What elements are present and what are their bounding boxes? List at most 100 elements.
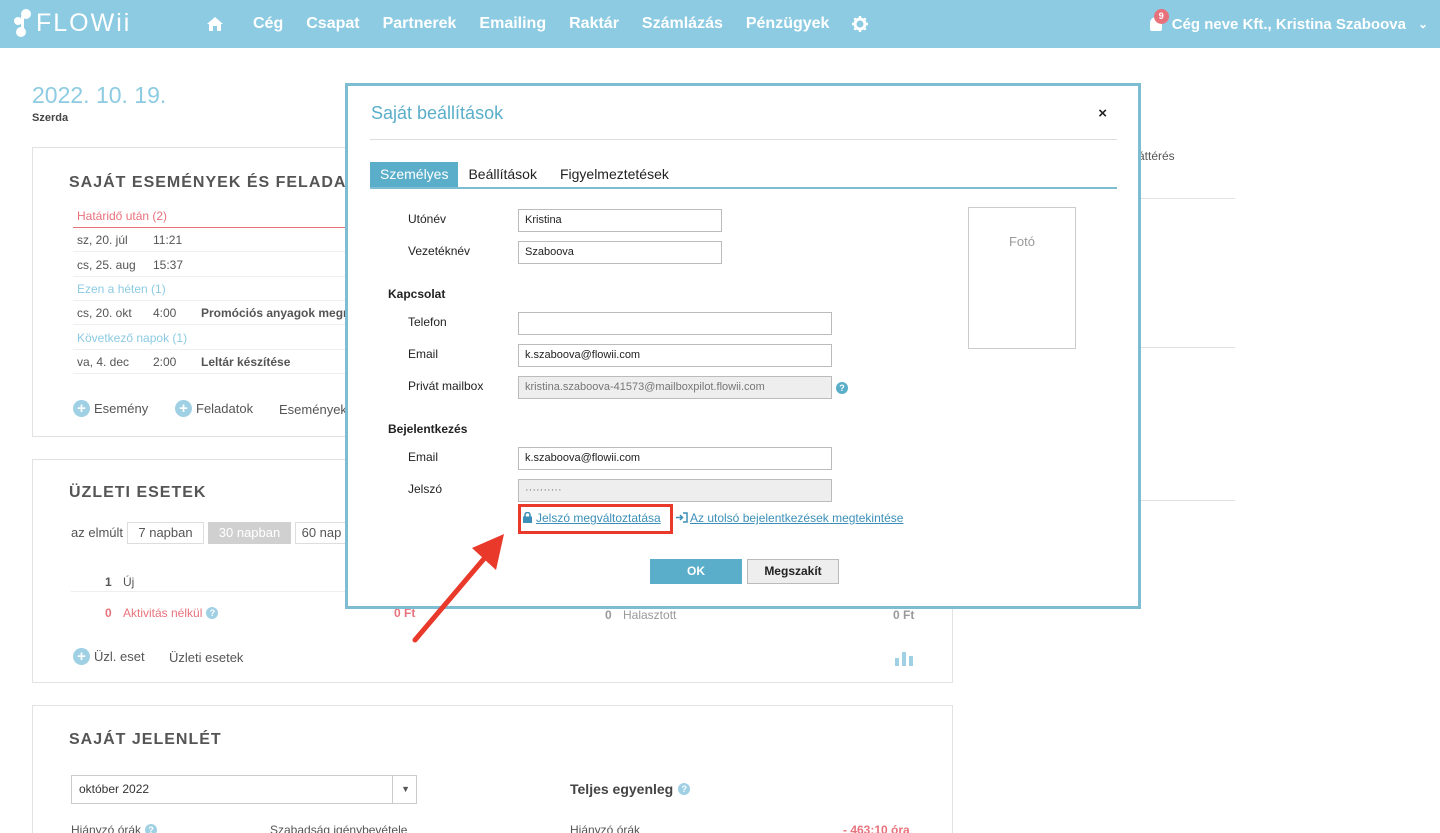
deals-link[interactable]: Üzleti esetek xyxy=(169,650,243,665)
flower-logo-icon xyxy=(14,9,31,37)
attendance-card: SAJÁT JELENLÉT október 2022 ▼ Teljes egy… xyxy=(32,705,953,833)
leave-request-label: Szabadság igénybevétele xyxy=(270,823,408,833)
phone-label: Telefon xyxy=(408,315,447,329)
deals-postponed-amount: 0 Ft xyxy=(893,608,915,622)
close-icon[interactable]: × xyxy=(1098,105,1107,122)
chevron-down-icon[interactable]: ⌄ xyxy=(1418,17,1428,31)
first-name-field[interactable]: Kristina xyxy=(518,209,722,232)
event-time: 11:21 xyxy=(153,232,183,247)
ok-button[interactable]: OK xyxy=(650,559,742,584)
deals-row-line xyxy=(71,591,347,592)
nav-item-team[interactable]: Csapat xyxy=(306,15,359,33)
add-task-label: Feladatok xyxy=(196,401,254,416)
nav-item-finance[interactable]: Pénzügyek xyxy=(746,15,830,33)
nav-item-partners[interactable]: Partnerek xyxy=(383,15,457,33)
attendance-title: SAJÁT JELENLÉT xyxy=(69,731,222,748)
deals-new-count: 1 xyxy=(105,575,112,589)
period-7-days[interactable]: 7 napban xyxy=(127,522,204,544)
plus-icon: + xyxy=(73,400,90,417)
email-label: Email xyxy=(408,347,439,361)
deals-postponed-label[interactable]: Halasztott xyxy=(623,608,676,622)
help-icon[interactable]: ? xyxy=(206,607,219,619)
deals-no-activity-label[interactable]: Aktivitás nélkül ? xyxy=(123,606,219,620)
logo[interactable]: FLOWii xyxy=(12,8,131,38)
last-name-field[interactable]: Szaboova xyxy=(518,241,722,264)
event-date: va, 4. dec xyxy=(77,354,130,369)
phone-field[interactable] xyxy=(518,312,832,335)
no-activity-label: Aktivitás nélkül xyxy=(123,606,203,620)
mailbox-field[interactable]: kristina.szaboova-41573@mailboxpilot.flo… xyxy=(518,376,832,399)
bar-chart-icon[interactable] xyxy=(895,650,913,666)
add-deal-label: Üzl. eset xyxy=(94,649,145,664)
right-divider xyxy=(1138,347,1235,348)
event-text: Leltár készítése xyxy=(201,354,291,369)
first-name-label: Utónév xyxy=(408,212,447,226)
missing-hours-right-label: Hiányzó órák xyxy=(570,823,641,833)
home-icon[interactable] xyxy=(206,16,224,32)
login-section-title: Bejelentkezés xyxy=(388,422,468,436)
balance-title-text: Teljes egyenleg xyxy=(570,781,674,797)
password-field[interactable]: ·········· xyxy=(518,479,832,502)
deals-postponed-count: 0 xyxy=(605,608,612,622)
modal-divider xyxy=(370,139,1117,140)
help-icon[interactable]: ? xyxy=(678,783,691,795)
nav-item-company[interactable]: Cég xyxy=(253,15,283,33)
help-icon[interactable]: ? xyxy=(836,382,848,394)
caret-down-icon[interactable]: ▼ xyxy=(401,776,410,803)
missing-hours-label: Hiányzó órák ? xyxy=(71,823,158,833)
user-name[interactable]: Cég neve Kft., Kristina Szaboova xyxy=(1172,16,1406,33)
right-divider xyxy=(1138,500,1235,501)
contact-section-title: Kapcsolat xyxy=(388,287,446,301)
login-email-field[interactable]: k.szaboova@flowii.com xyxy=(518,447,832,470)
tab-personal[interactable]: Személyes xyxy=(370,162,459,187)
deals-since-label: az elmúlt xyxy=(71,525,124,540)
modal-tabs: Személyes Beállítások Figyelmeztetések xyxy=(370,162,1117,189)
deals-no-activity-count: 0 xyxy=(105,606,112,620)
event-date: sz, 20. júl xyxy=(77,232,128,247)
event-time: 2:00 xyxy=(153,354,177,369)
logo-text: FLOWii xyxy=(36,8,132,37)
cancel-button[interactable]: Megszakít xyxy=(747,559,839,584)
main-nav: Cég Csapat Partnerek Emailing Raktár Szá… xyxy=(206,0,869,48)
right-divider xyxy=(1138,198,1235,199)
lock-icon xyxy=(523,512,532,523)
mailbox-label: Privát mailbox xyxy=(408,379,484,393)
user-menu[interactable]: 9 Cég neve Kft., Kristina Szaboova ⌄ xyxy=(1149,0,1428,48)
events-title: SAJÁT ESEMÉNYEK ÉS FELADATO xyxy=(69,174,370,191)
missing-hours-text: Hiányzó órák xyxy=(71,823,142,833)
photo-upload[interactable]: Fotó xyxy=(968,207,1076,349)
last-name-label: Vezetéknév xyxy=(408,244,471,258)
top-navigation: FLOWii Cég Csapat Partnerek Emailing Rak… xyxy=(0,0,1440,48)
help-icon[interactable]: ? xyxy=(145,824,158,833)
annotation-arrow-icon xyxy=(412,534,504,643)
change-password-link[interactable]: Jelszó megváltoztatása xyxy=(536,511,661,525)
nav-item-invoicing[interactable]: Számlázás xyxy=(642,15,723,33)
tab-settings[interactable]: Beállítások xyxy=(458,162,546,187)
add-event-label: Esemény xyxy=(94,401,149,416)
add-task-button[interactable]: + Feladatok xyxy=(175,400,253,417)
modal-title: Saját beállítások xyxy=(371,103,504,123)
event-time: 4:00 xyxy=(153,305,177,320)
right-fragment: áttérés xyxy=(1138,149,1175,163)
nav-item-warehouse[interactable]: Raktár xyxy=(569,15,619,33)
tab-notifications[interactable]: Figyelmeztetések xyxy=(547,162,679,187)
nav-item-emailing[interactable]: Emailing xyxy=(479,15,546,33)
email-field[interactable]: k.szaboova@flowii.com xyxy=(518,344,832,367)
month-select[interactable]: október 2022 ▼ xyxy=(71,775,417,804)
month-select-value: október 2022 xyxy=(79,782,150,796)
login-email-label: Email xyxy=(408,450,439,464)
gear-icon[interactable] xyxy=(852,16,869,32)
add-event-button[interactable]: + Esemény xyxy=(73,400,148,417)
last-logins-link[interactable]: Az utolsó bejelentkezések megtekintése xyxy=(690,511,903,525)
deals-new-label[interactable]: Új xyxy=(123,575,134,589)
plus-icon: + xyxy=(175,400,192,417)
period-60-days[interactable]: 60 nap xyxy=(295,522,347,544)
bell-icon[interactable]: 9 xyxy=(1149,9,1169,31)
period-30-days[interactable]: 30 napban xyxy=(208,522,291,544)
balance-title: Teljes egyenleg ? xyxy=(570,781,691,797)
missing-hours-value: - 463:10 óra xyxy=(843,823,910,833)
events-link[interactable]: Események xyxy=(279,402,347,417)
add-deal-button[interactable]: + Üzl. eset xyxy=(73,648,145,665)
notification-badge: 9 xyxy=(1153,9,1169,24)
password-label: Jelszó xyxy=(408,482,443,496)
